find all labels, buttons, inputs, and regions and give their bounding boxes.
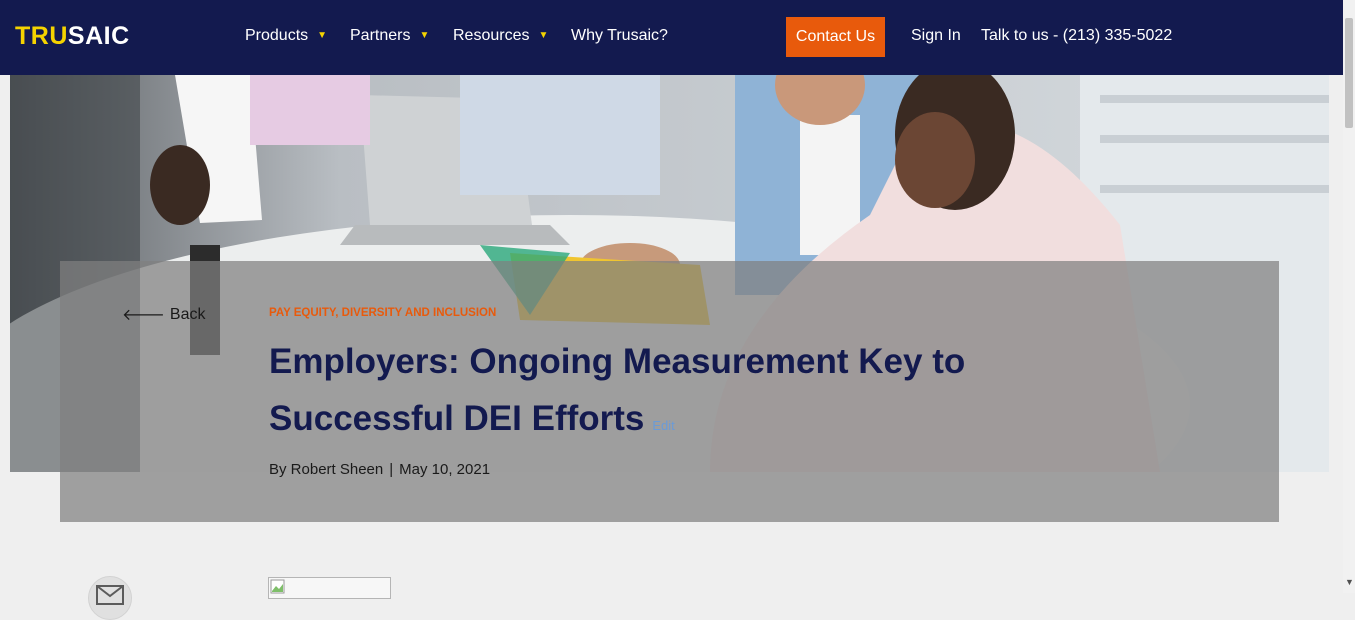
mail-icon <box>96 585 124 605</box>
chevron-down-icon: ▼ <box>538 30 549 41</box>
nav-item-partners[interactable]: Partners ▼ <box>350 26 429 46</box>
article-date: May 10, 2021 <box>399 461 491 478</box>
phone-link[interactable]: Talk to us - (213) 335-5022 <box>981 26 1172 46</box>
nav-item-why-trusaic[interactable]: Why Trusaic? <box>571 26 668 46</box>
article-author: By Robert Sheen <box>269 461 384 478</box>
contact-us-button[interactable]: Contact Us <box>786 17 885 57</box>
article-category[interactable]: PAY EQUITY, DIVERSITY AND INCLUSION <box>269 307 496 319</box>
article-title: Employers: Ongoing Measurement Key to Su… <box>269 333 1049 454</box>
nav-item-label: Partners <box>350 27 411 44</box>
nav-item-label: Why Trusaic? <box>571 27 668 44</box>
meta-separator: | <box>389 461 394 478</box>
article-header-card: 🡐 Back PAY EQUITY, DIVERSITY AND INCLUSI… <box>60 261 1279 522</box>
nav-item-resources[interactable]: Resources ▼ <box>453 26 548 46</box>
scrollbar-thumb[interactable] <box>1345 18 1353 128</box>
nav-item-products[interactable]: Products ▼ <box>245 26 327 46</box>
email-share-button[interactable] <box>88 576 132 620</box>
chevron-down-icon: ▼ <box>317 30 328 41</box>
scroll-down-arrow-icon[interactable]: ▼ <box>1345 577 1354 587</box>
sign-in-link[interactable]: Sign In <box>911 26 961 46</box>
trusaic-logo[interactable]: TRUSAIC <box>15 22 130 50</box>
nav-item-label: Products <box>245 27 309 44</box>
article-title-text: Employers: Ongoing Measurement Key to Su… <box>269 342 966 438</box>
edit-link[interactable]: Edit <box>652 418 674 433</box>
logo-text-saic: SAIC <box>67 22 130 50</box>
back-label: Back <box>169 305 206 323</box>
chevron-down-icon: ▼ <box>419 30 430 41</box>
article-meta: By Robert Sheen | May 10, 2021 <box>269 461 490 478</box>
logo-text-tru: TRU <box>15 22 68 50</box>
page-scrollbar[interactable]: ▼ <box>1343 0 1355 593</box>
top-navigation: TRUSAIC Products ▼ Partners ▼ Resources … <box>0 0 1343 75</box>
arrow-left-icon: 🡐 <box>122 307 165 324</box>
article-image-placeholder <box>268 577 391 599</box>
nav-item-label: Resources <box>453 27 530 44</box>
back-link[interactable]: 🡐 Back <box>122 304 205 325</box>
